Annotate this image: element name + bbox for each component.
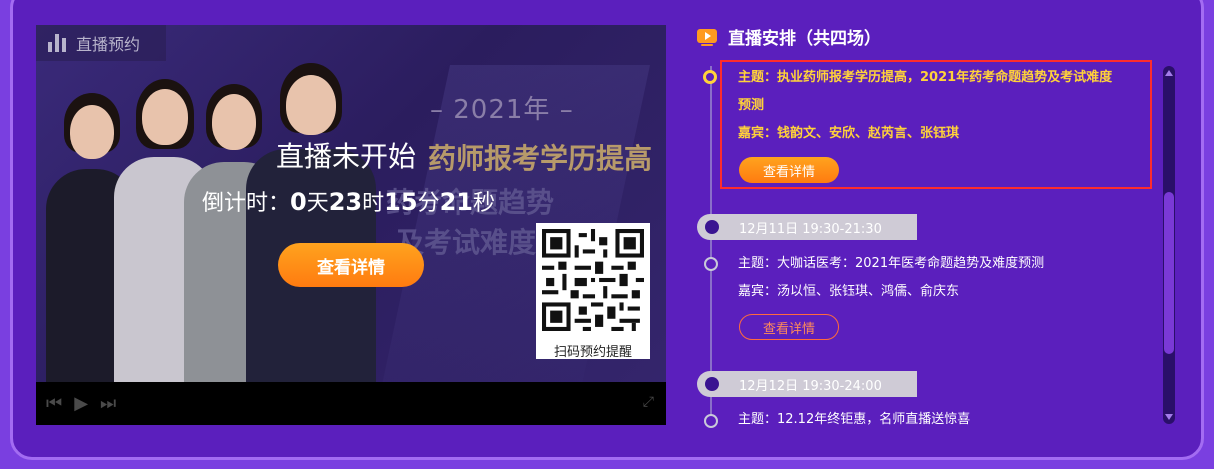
promo-headline-1: 药师报考学历提高 <box>428 142 653 175</box>
timeline-date-dot <box>705 377 719 391</box>
fullscreen-icon[interactable]: ⤢ <box>643 394 654 410</box>
qr-caption: 扫码预约提醒 <box>553 345 632 360</box>
live-reservation-tag: 直播预约 <box>36 25 166 61</box>
view-details-button[interactable]: 查看详情 <box>278 243 424 287</box>
timeline-date-dot <box>705 220 719 234</box>
scroll-up-icon[interactable] <box>1165 70 1173 76</box>
session-topic: 主题：12.12年终钜惠，名师直播送惊喜 <box>738 412 971 427</box>
session-topic: 主题：大咖话医考：2021年医考命题趋势及难度预测 <box>738 256 1045 271</box>
live-status-title: 直播未开始 <box>276 140 417 173</box>
schedule-scrollbar[interactable] <box>1163 66 1175 424</box>
countdown-timer: 倒计时：0天23时15分21秒 <box>202 188 495 216</box>
session-date: 12月12日 19:30-24:00 <box>697 371 917 397</box>
session-guests: 嘉宾：钱韵文、安欣、赵芮言、张钰琪 <box>738 126 960 141</box>
player-controls: ⏮ ▶ ⏭ ⤢ <box>36 382 666 425</box>
timeline-dot-active <box>703 70 717 84</box>
session-topic: 主题：执业药师报考学历提高，2021年药考命题趋势及考试难度 <box>738 70 1113 85</box>
promo-year: – 2021年 – <box>430 95 574 125</box>
live-tag-label: 直播预约 <box>76 35 141 54</box>
timeline-dot <box>704 257 718 271</box>
scrollbar-thumb[interactable] <box>1164 192 1174 354</box>
session-details-button[interactable]: 查看详情 <box>739 157 839 183</box>
timeline-dot <box>704 414 718 428</box>
session-guests: 嘉宾：汤以恒、张钰琪、鸿儒、俞庆东 <box>738 284 960 299</box>
schedule-header: 直播安排（共四场） <box>696 24 881 49</box>
session-details-button[interactable]: 查看详情 <box>739 314 839 340</box>
play-icon[interactable]: ▶ <box>74 393 88 414</box>
session-topic-continued: 预测 <box>738 98 765 113</box>
scroll-down-icon[interactable] <box>1165 414 1173 420</box>
presenter-figure <box>246 63 376 383</box>
next-icon[interactable]: ⏭ <box>100 393 116 414</box>
schedule-title: 直播安排（共四场） <box>728 29 881 49</box>
previous-icon[interactable]: ⏮ <box>46 393 62 414</box>
qr-code-card: 扫码预约提醒 <box>536 223 650 360</box>
session-date: 12月11日 19:30-21:30 <box>697 214 917 240</box>
tv-play-icon <box>697 28 717 46</box>
video-player[interactable]: – 2021年 – 药师报考学历提高 药考命题趋势 及考试难度 直播预约 直播未… <box>36 25 666 425</box>
qr-code-icon <box>542 229 644 331</box>
bar-chart-icon <box>48 34 66 52</box>
